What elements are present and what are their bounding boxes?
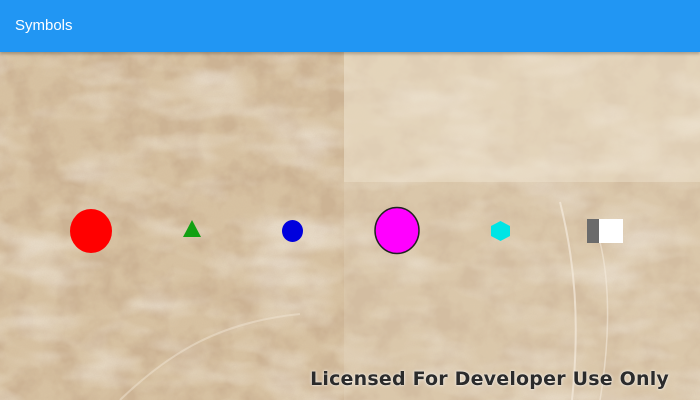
red-circle-marker[interactable] [69,208,113,254]
blue-circle-marker[interactable] [281,219,304,243]
green-triangle-marker[interactable] [182,219,202,238]
app-title: Symbols [15,17,73,34]
square-composite-marker[interactable] [587,219,623,243]
cyan-hexagon-marker[interactable] [490,220,511,242]
app-window: Symbols Licensed For Developer Use Only [0,0,700,400]
attribution-text: Licensed For Developer Use Only [310,368,669,390]
map-view[interactable]: Licensed For Developer Use Only [0,52,700,400]
magenta-circle-marker[interactable] [373,206,421,255]
app-bar: Symbols [0,0,700,52]
